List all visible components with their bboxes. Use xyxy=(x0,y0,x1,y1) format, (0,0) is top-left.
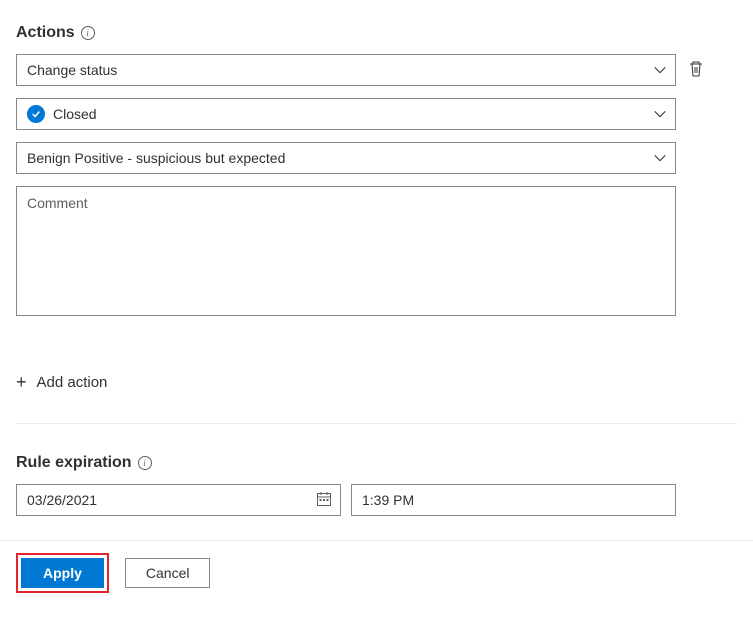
add-action-button[interactable]: + Add action xyxy=(16,369,107,395)
expiration-time-input[interactable]: 1:39 PM xyxy=(351,484,676,516)
rule-expiration-heading: Rule expiration i xyxy=(16,454,737,472)
rule-expiration-label: Rule expiration xyxy=(16,454,132,472)
actions-heading: Actions i xyxy=(16,24,737,42)
actions-label: Actions xyxy=(16,24,75,42)
comment-textarea[interactable] xyxy=(16,186,676,316)
classification-dropdown[interactable]: Benign Positive - suspicious but expecte… xyxy=(16,142,676,174)
trash-icon xyxy=(688,60,704,81)
info-icon[interactable]: i xyxy=(138,456,152,470)
add-action-label: Add action xyxy=(37,374,108,391)
delete-action-button[interactable] xyxy=(686,60,706,80)
chevron-down-icon xyxy=(653,151,667,165)
change-status-value: Change status xyxy=(27,62,117,78)
chevron-down-icon xyxy=(653,63,667,77)
expiration-date-value: 03/26/2021 xyxy=(27,492,97,508)
change-status-dropdown[interactable]: Change status xyxy=(16,54,676,86)
plus-icon: + xyxy=(16,373,27,391)
chevron-down-icon xyxy=(653,107,667,121)
status-dropdown[interactable]: Closed xyxy=(16,98,676,130)
footer-divider xyxy=(0,540,753,541)
apply-highlight: Apply xyxy=(16,553,109,593)
classification-value: Benign Positive - suspicious but expecte… xyxy=(27,150,285,166)
footer-actions: Apply Cancel xyxy=(16,553,737,593)
calendar-icon xyxy=(316,491,332,510)
section-divider xyxy=(16,423,737,424)
cancel-button[interactable]: Cancel xyxy=(125,558,211,588)
apply-button[interactable]: Apply xyxy=(21,558,104,588)
expiration-date-input[interactable]: 03/26/2021 xyxy=(16,484,341,516)
status-value: Closed xyxy=(53,106,97,122)
check-icon xyxy=(27,105,45,123)
expiration-time-value: 1:39 PM xyxy=(362,492,414,508)
info-icon[interactable]: i xyxy=(81,26,95,40)
